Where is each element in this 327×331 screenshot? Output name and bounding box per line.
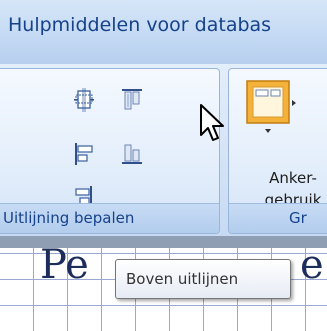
anchor-icon xyxy=(245,75,299,137)
contextual-tab-title: Hulpmiddelen voor databas xyxy=(8,14,272,36)
tooltip: Boven uitlijnen xyxy=(115,259,291,299)
align-left-icon[interactable] xyxy=(71,141,97,167)
form-label-text[interactable]: Pe xyxy=(40,242,89,288)
contextual-tab-title-bar: Hulpmiddelen voor databas xyxy=(0,0,327,64)
group-label-alignment: Uitlijning bepalen xyxy=(0,203,219,233)
group-alignment: Uitlijning bepalen xyxy=(0,68,220,234)
align-top-icon[interactable] xyxy=(119,87,145,113)
anchor-button[interactable]: Anker- gebruik xyxy=(239,75,327,209)
align-bottom-icon[interactable] xyxy=(119,141,145,167)
group-anchor: Anker- gebruik Gr xyxy=(228,68,327,234)
group-label-anchor: Gr xyxy=(229,203,327,233)
align-middle-icon[interactable] xyxy=(71,87,97,113)
ribbon: Uitlijning bepalen Anker- gebruik Gr xyxy=(0,64,327,236)
anchor-caption-line1: Anker- xyxy=(269,169,317,187)
form-label-text-2[interactable]: e xyxy=(300,242,324,288)
